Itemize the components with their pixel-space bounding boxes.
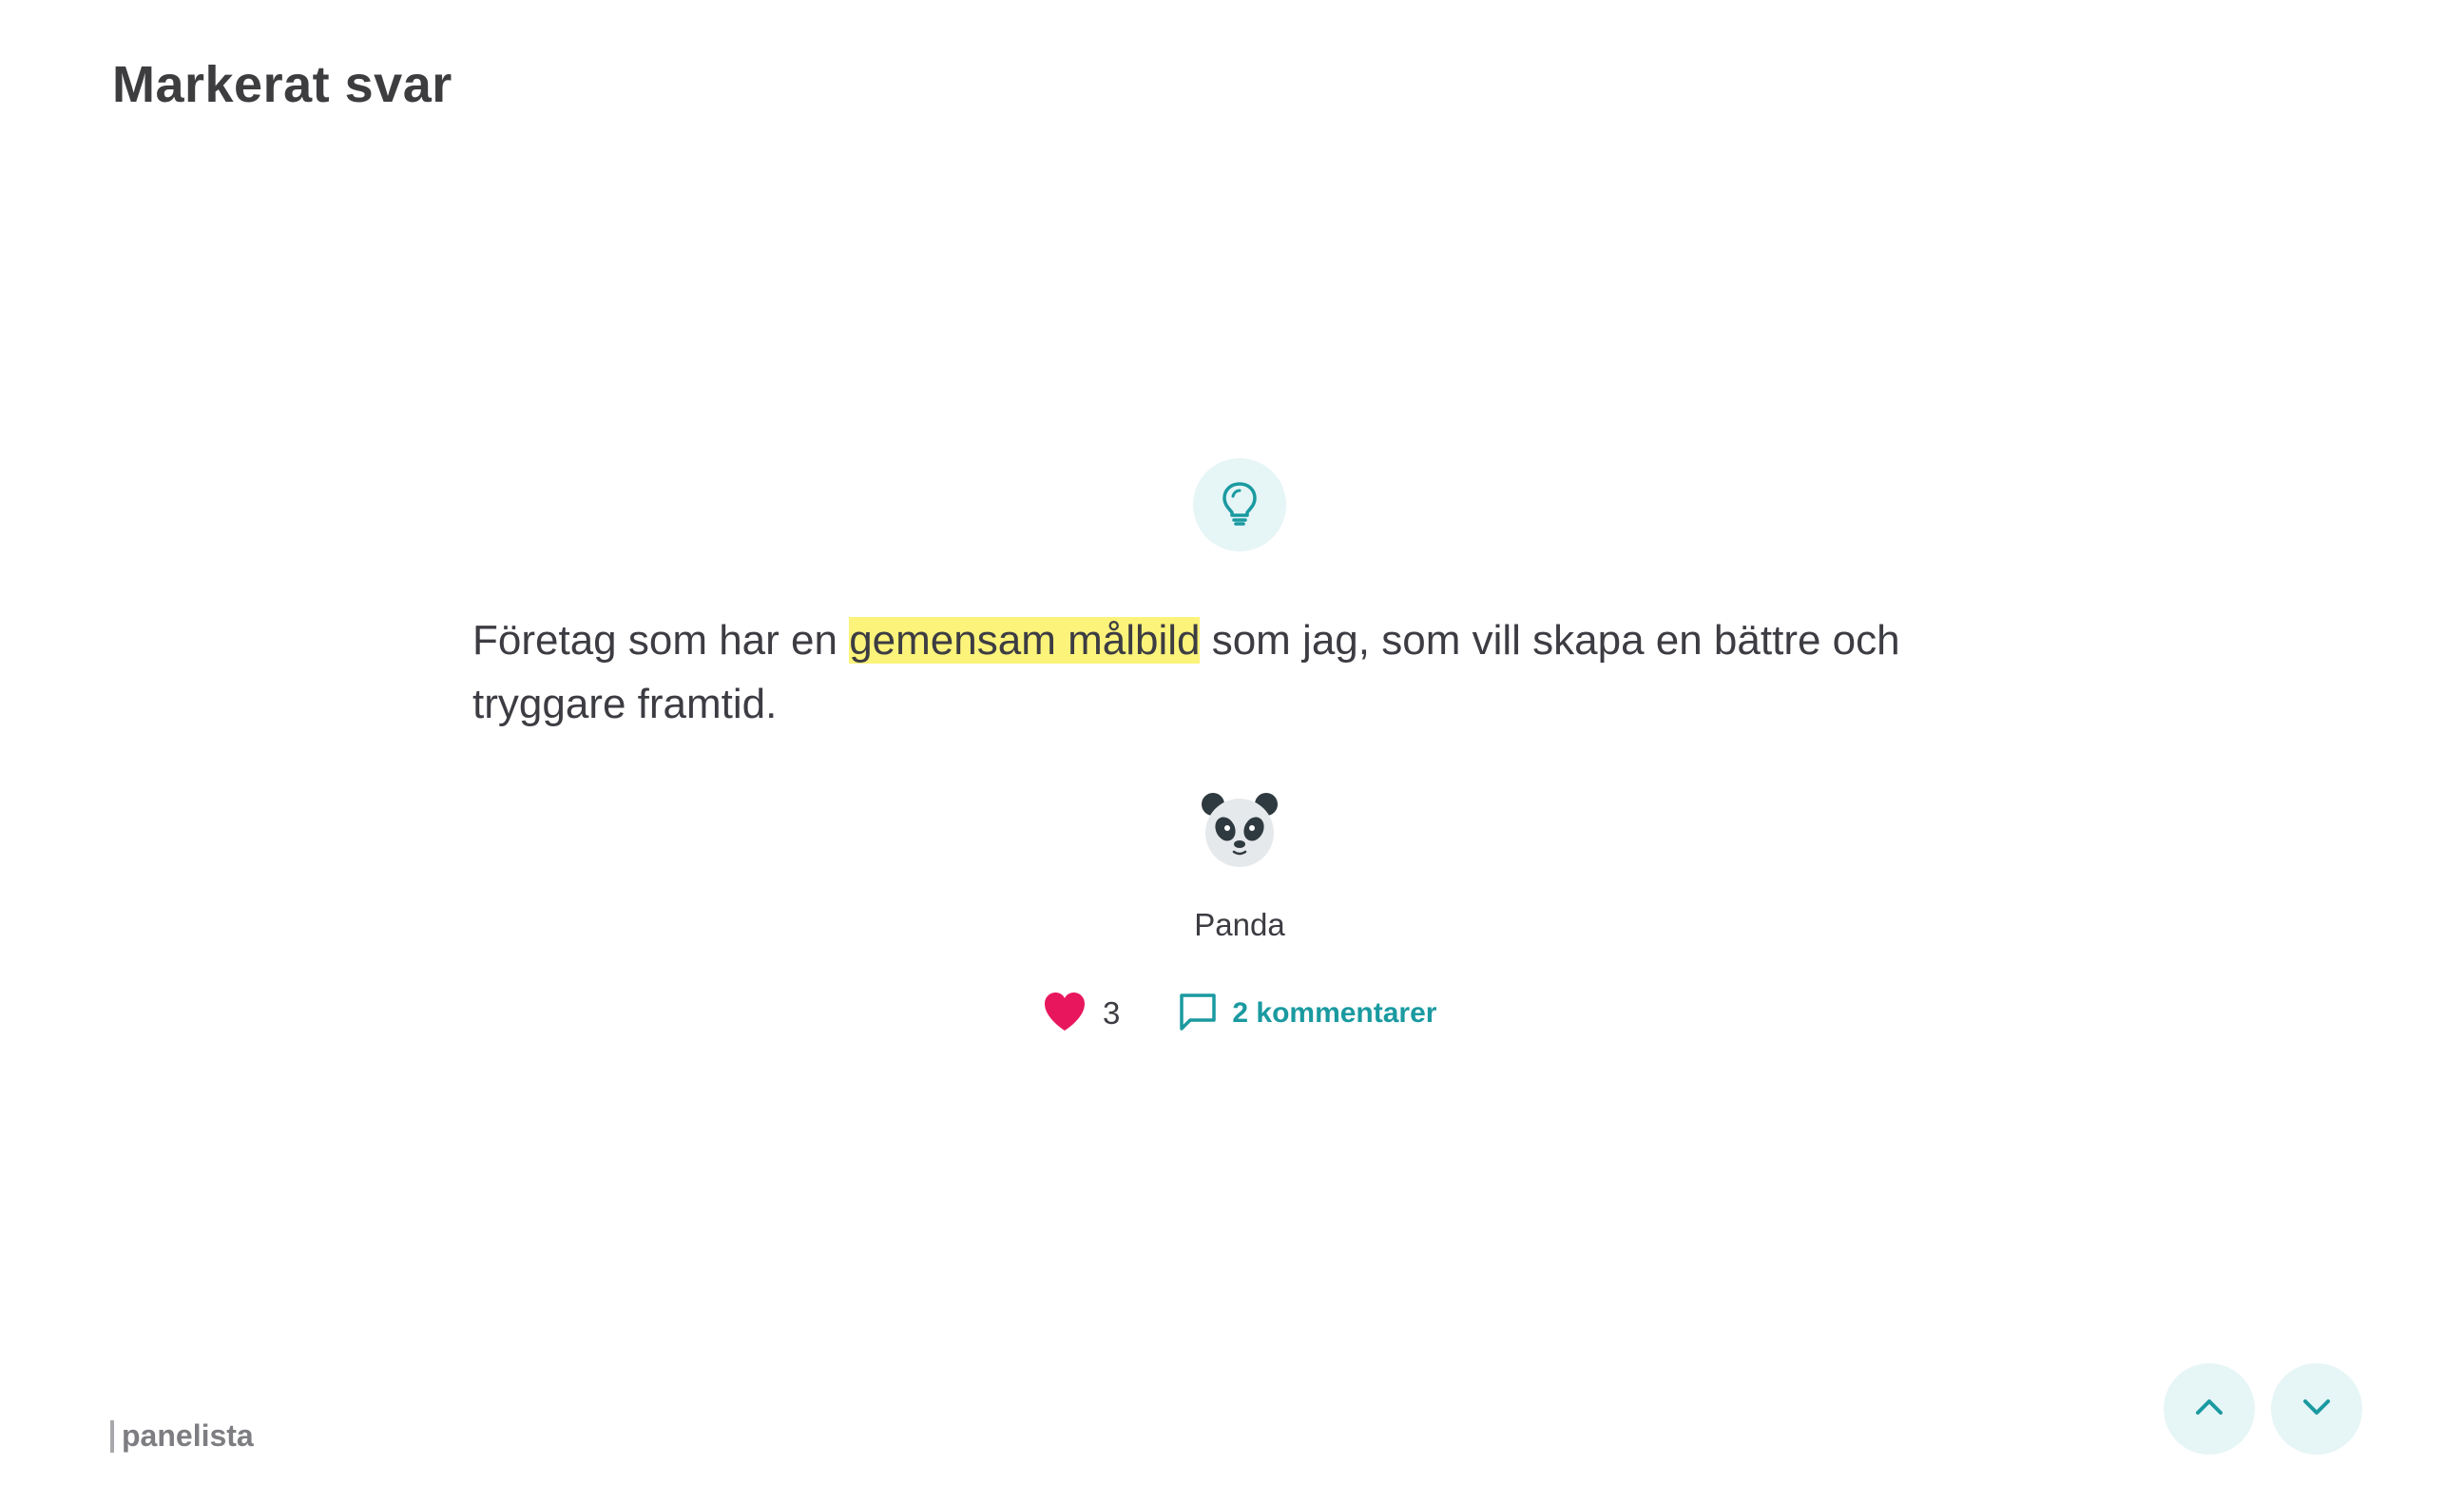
panda-icon xyxy=(1200,793,1280,873)
page: Markerat svar Företag som har en gemensa… xyxy=(0,0,2464,1504)
chevron-up-icon xyxy=(2193,1397,2225,1422)
idea-badge xyxy=(1193,458,1286,551)
next-button[interactable] xyxy=(2271,1363,2362,1455)
heart-icon xyxy=(1042,991,1088,1037)
brand-logo: panelista xyxy=(110,1418,254,1454)
chevron-down-icon xyxy=(2300,1397,2333,1422)
author-avatar xyxy=(1200,789,1280,869)
answer-text: Företag som har en gemensam målbild som … xyxy=(472,608,2031,736)
answer-highlight: gemensam målbild xyxy=(849,617,1201,664)
brand-name: panelista xyxy=(122,1418,254,1453)
comments-label: 2 kommentarer xyxy=(1232,997,1437,1029)
answer-text-before: Företag som har en xyxy=(472,617,850,664)
brand-bar xyxy=(110,1419,114,1453)
previous-button[interactable] xyxy=(2164,1363,2255,1455)
comments-link[interactable]: 2 kommentarer xyxy=(1177,991,1436,1037)
like-button[interactable]: 3 xyxy=(1042,991,1120,1037)
lightbulb-icon xyxy=(1218,479,1261,531)
author-name: Panda xyxy=(1194,907,1285,942)
like-count: 3 xyxy=(1103,995,1121,1031)
answer-actions: 3 2 kommentarer xyxy=(1042,989,1436,1038)
page-title: Markerat svar xyxy=(112,56,452,113)
comment-bubble-icon xyxy=(1177,991,1219,1037)
